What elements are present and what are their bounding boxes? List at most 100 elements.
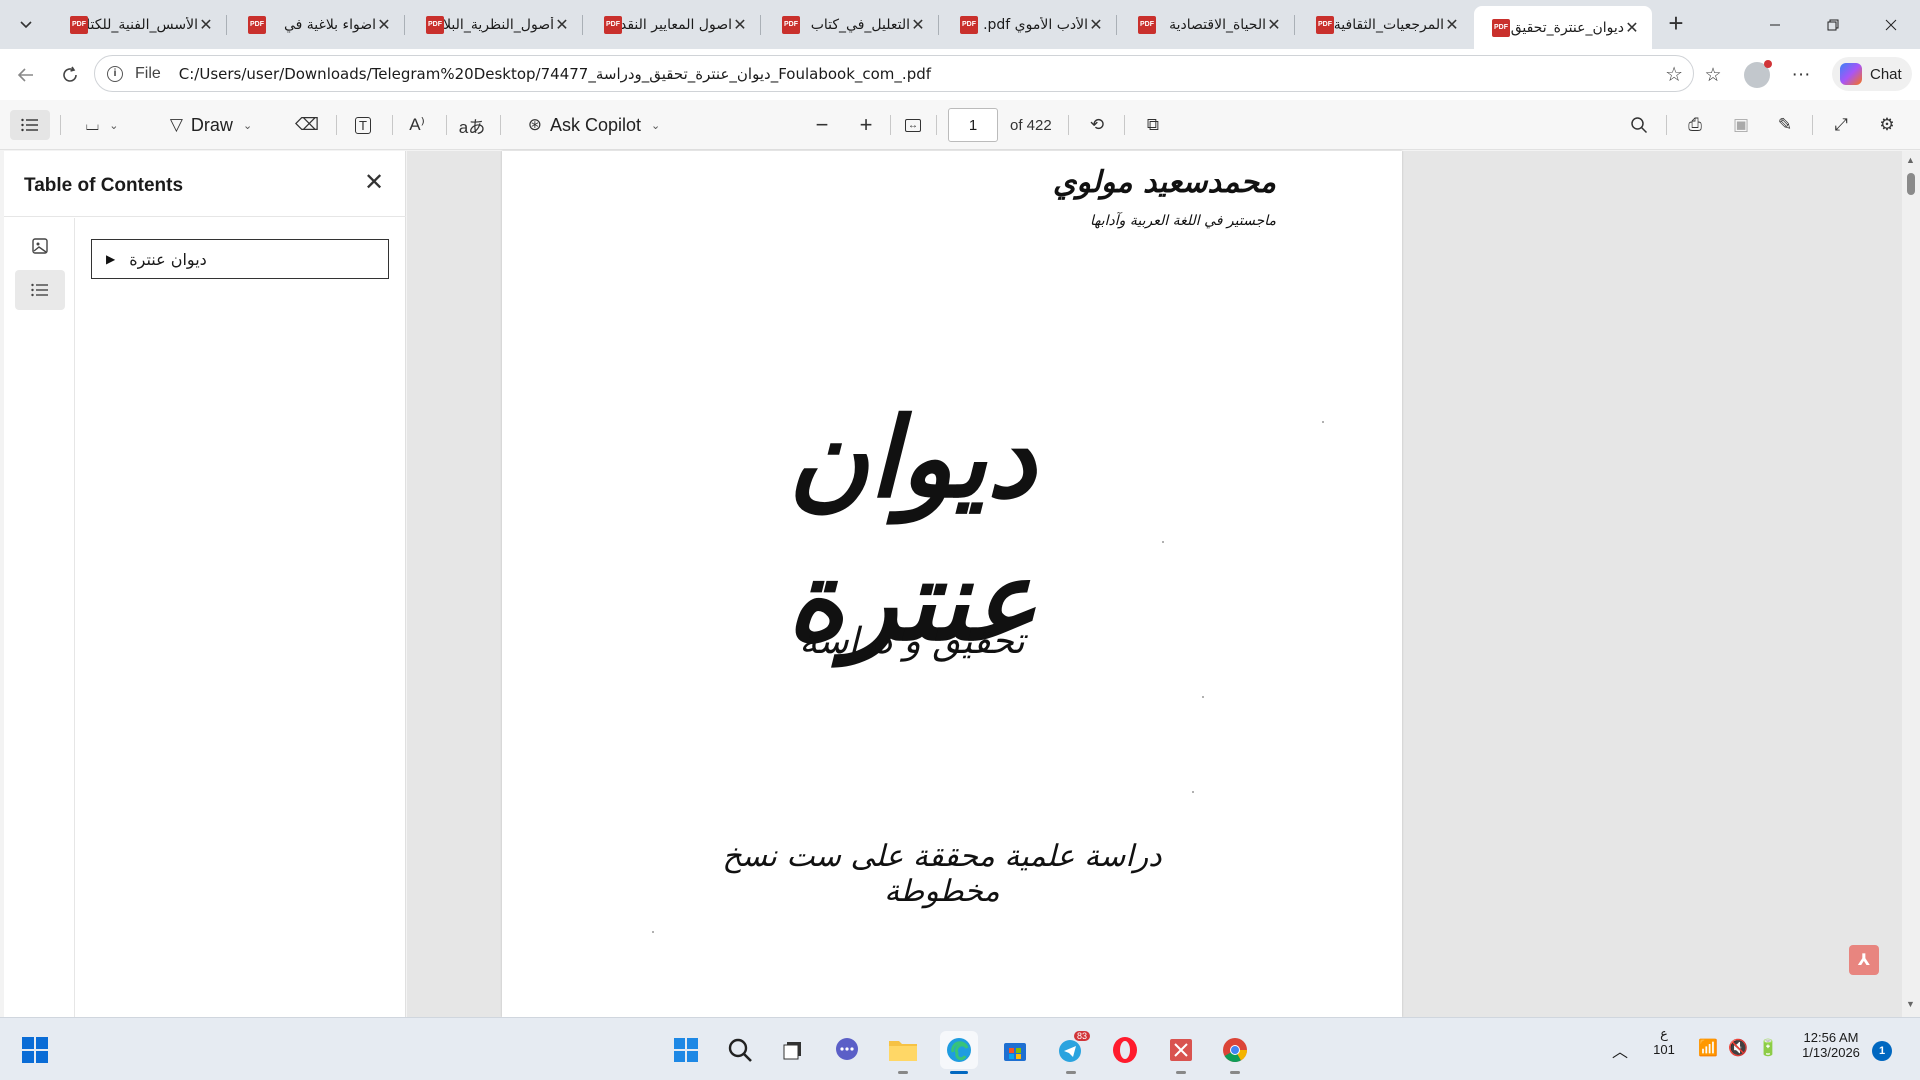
rotate-button[interactable]: ⟲ — [1082, 110, 1112, 140]
site-info-icon[interactable]: i — [107, 65, 123, 82]
battery-icon[interactable]: 🔋 — [1758, 1038, 1778, 1058]
show-hidden-icons-button[interactable]: ︿ — [1612, 1038, 1628, 1062]
add-text-button[interactable]: T — [348, 110, 378, 140]
profile-button[interactable] — [1742, 60, 1772, 90]
page-number-input[interactable]: 1 — [948, 108, 998, 142]
ask-copilot-button[interactable]: ⊛ Ask Copilot ⌄ — [518, 110, 670, 140]
toc-item[interactable]: ▶ ديوان عنترة — [91, 239, 389, 279]
taskbar: 83 ︿ ع 101 📶 🔇 🔋 12:56 AM 1/13/2026 1 — [0, 1017, 1920, 1080]
book-subtitle: تحقيق و دراسة — [799, 621, 1025, 662]
browser-tab[interactable]: ✕ الأسس_الفنية_للكتابة PDF — [52, 6, 227, 43]
url-text[interactable]: C:/Users/user/Downloads/Telegram%20Deskt… — [179, 65, 931, 83]
settings-more-button[interactable]: ··· — [1786, 60, 1816, 90]
tab-strip: ✕ الأسس_الفنية_للكتابة PDF ✕ اضواء بلاغي… — [0, 0, 1920, 49]
read-aloud-button[interactable]: A⁾ — [402, 110, 432, 140]
zoom-out-button[interactable]: − — [808, 110, 836, 140]
search-button[interactable] — [1624, 110, 1654, 140]
toolbar-divider — [1812, 115, 1813, 135]
new-tab-button[interactable]: + — [1662, 10, 1690, 38]
task-view-icon — [783, 1042, 801, 1060]
browser-tab-active[interactable]: ✕ ديوان_عنترة_تحقيق PDF — [1474, 6, 1652, 49]
outline-button[interactable] — [15, 270, 65, 310]
scroll-down-arrow-icon[interactable]: ▼ — [1906, 999, 1915, 1009]
fit-width-button[interactable]: ↔ — [898, 110, 928, 140]
taskbar-edge[interactable] — [940, 1031, 978, 1074]
erase-button[interactable]: ⌫ — [292, 110, 322, 140]
volume-muted-icon[interactable]: 🔇 — [1728, 1038, 1748, 1058]
acrobat-icon[interactable]: ⅄ — [1849, 945, 1879, 975]
browser-tab[interactable]: ✕ الأدب الأموي pdf. PDF — [942, 6, 1117, 43]
chevron-down-icon[interactable]: ⌄ — [651, 119, 660, 132]
taskbar-search-button[interactable] — [721, 1031, 759, 1069]
minimize-icon — [1770, 24, 1780, 25]
taskbar-file-explorer[interactable] — [884, 1031, 922, 1074]
translate-button[interactable]: aあ — [456, 110, 488, 140]
list-icon — [31, 283, 48, 297]
highlight-button[interactable]: ⌴ ⌄ — [74, 110, 130, 140]
taskbar-chrome[interactable] — [1216, 1031, 1254, 1074]
browser-tab[interactable]: ✕ اصول المعايير النقدية PDF — [586, 6, 761, 43]
keyboard-language-indicator[interactable]: ع 101 — [1652, 1026, 1676, 1057]
print-button[interactable]: ⎙ — [1680, 110, 1710, 140]
task-view-button[interactable] — [774, 1031, 812, 1069]
tab-close-icon[interactable]: ✕ — [732, 15, 748, 35]
taskbar-store[interactable] — [996, 1031, 1034, 1069]
browser-tab[interactable]: ✕ الحياة_الاقتصادية PDF — [1120, 6, 1295, 43]
tab-close-icon[interactable]: ✕ — [910, 15, 926, 35]
wifi-icon[interactable]: 📶 — [1698, 1038, 1718, 1058]
back-button[interactable] — [12, 61, 40, 89]
taskbar-opera[interactable] — [1106, 1031, 1144, 1069]
tab-close-icon[interactable]: ✕ — [1624, 18, 1640, 38]
browser-tab[interactable]: ✕ اضواء بلاغية في PDF — [230, 6, 405, 43]
minimize-button[interactable] — [1746, 0, 1804, 49]
tab-close-icon[interactable]: ✕ — [198, 15, 214, 35]
folder-icon — [889, 1041, 917, 1061]
browser-tab[interactable]: ✕ أصول_النظرية_البلاغية PDF — [408, 6, 583, 43]
vertical-scrollbar[interactable]: ▲ ▼ — [1902, 151, 1920, 1017]
scroll-up-arrow-icon[interactable]: ▲ — [1906, 155, 1915, 165]
taskbar-start-button[interactable] — [667, 1031, 705, 1069]
expand-triangle-icon[interactable]: ▶ — [106, 252, 115, 266]
pdf-file-icon: PDF — [1492, 18, 1510, 37]
copilot-chat-button[interactable]: Chat — [1832, 57, 1912, 91]
tab-close-icon[interactable]: ✕ — [376, 15, 392, 35]
favorites-button[interactable]: ☆ — [1698, 60, 1728, 90]
refresh-button[interactable] — [56, 61, 84, 89]
tab-close-icon[interactable]: ✕ — [1088, 15, 1104, 35]
browser-tab[interactable]: ✕ التعليل_في_كتاب PDF — [764, 6, 939, 43]
close-window-button[interactable] — [1862, 0, 1920, 49]
taskbar-chat-app[interactable] — [828, 1031, 866, 1069]
chevron-down-icon[interactable]: ⌄ — [243, 119, 252, 132]
save-as-button[interactable]: ✎ — [1770, 110, 1800, 140]
tab-actions-menu-button[interactable] — [10, 8, 42, 40]
minus-icon: − — [815, 112, 829, 137]
toc-toggle-button[interactable] — [10, 110, 50, 140]
tab-close-icon[interactable]: ✕ — [554, 15, 570, 35]
save-icon: ▣ — [1732, 115, 1750, 134]
clock[interactable]: 12:56 AM 1/13/2026 — [1796, 1030, 1866, 1060]
toolbar-divider — [60, 115, 61, 135]
address-bar: i File C:/Users/user/Downloads/Telegram%… — [0, 49, 1920, 100]
restore-button[interactable] — [1804, 0, 1862, 49]
tab-close-icon[interactable]: ✕ — [1444, 15, 1460, 35]
pdf-settings-button[interactable]: ⚙ — [1872, 110, 1902, 140]
save-button[interactable]: ▣ — [1726, 110, 1756, 140]
favorite-star-icon[interactable]: ☆ — [1665, 62, 1683, 87]
chat-bubble-icon — [836, 1038, 858, 1060]
url-field[interactable]: i File C:/Users/user/Downloads/Telegram%… — [94, 55, 1694, 92]
toc-close-button[interactable]: ✕ — [360, 169, 388, 197]
chevron-down-icon[interactable]: ⌄ — [109, 119, 118, 132]
scrollbar-thumb[interactable] — [1907, 173, 1915, 195]
fullscreen-button[interactable]: ⤢ — [1826, 110, 1856, 140]
draw-button[interactable]: ▽ Draw ⌄ — [156, 110, 266, 140]
thumbnails-button[interactable] — [15, 226, 65, 266]
taskbar-telegram[interactable]: 83 — [1052, 1031, 1090, 1074]
document-viewer[interactable]: محمدسعيد مولوي ماجستير في اللغة العربية … — [407, 151, 1920, 1017]
tab-close-icon[interactable]: ✕ — [1266, 15, 1282, 35]
browser-tab[interactable]: ✕ المرجعيات_الثقافية PDF — [1298, 6, 1472, 43]
taskbar-pdf-app[interactable] — [1162, 1031, 1200, 1074]
page-view-button[interactable]: ⧉ — [1138, 110, 1168, 140]
notification-badge[interactable]: 1 — [1872, 1041, 1892, 1061]
zoom-in-button[interactable]: + — [852, 110, 880, 140]
windows-start-icon[interactable] — [20, 1035, 50, 1065]
